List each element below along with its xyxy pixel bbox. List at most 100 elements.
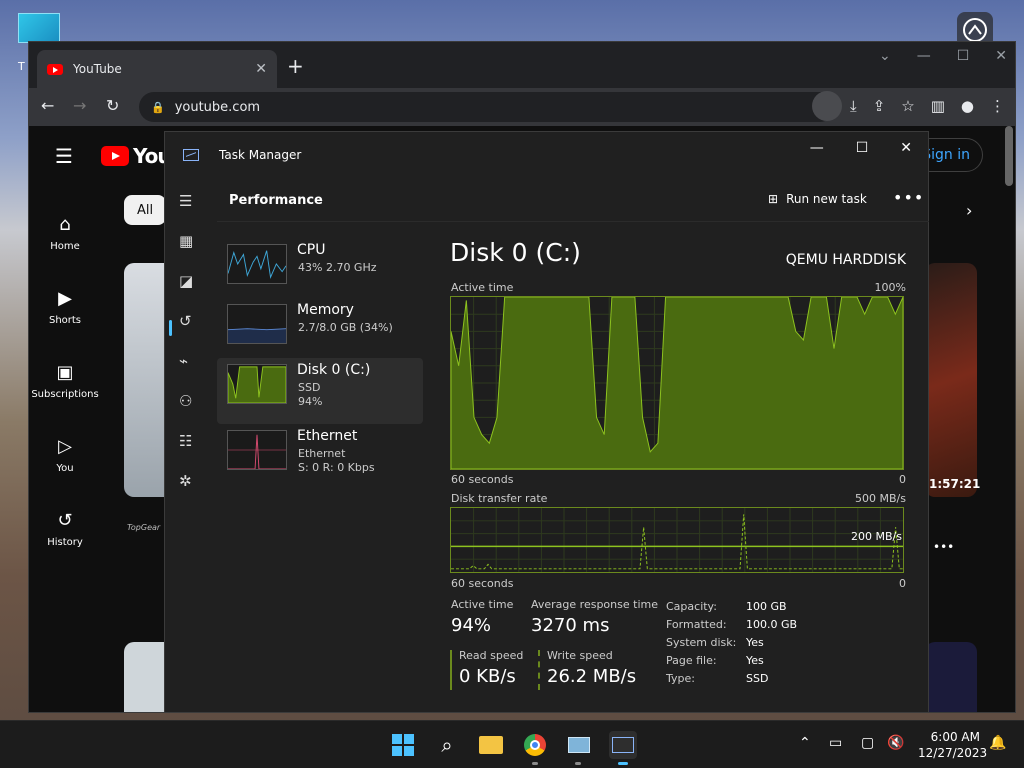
run-new-task-button[interactable]: ⊞ Run new task [768, 192, 867, 206]
transfer-max-label: 500 MB/s [855, 492, 906, 505]
system-clock[interactable]: 6:00 AM 12/27/2023 [918, 729, 987, 761]
app-running-indicator [532, 762, 538, 765]
mini-graph [227, 244, 287, 284]
window-title: Task Manager [219, 148, 302, 162]
more-options-icon[interactable]: ••• [893, 188, 924, 207]
close-icon[interactable]: ✕ [995, 48, 1007, 64]
profile-icon[interactable]: ● [961, 97, 974, 115]
search-icon[interactable]: ⌕ [433, 731, 461, 759]
run-task-icon: ⊞ [768, 192, 779, 206]
task-manager-window: Task Manager — ☐ ✕ ☰ ▦ ◪ ↺ ⌁ ⚇ ☷ ✲ ⚙ Per… [164, 131, 929, 744]
chevron-right-icon[interactable]: › [966, 201, 972, 220]
sidebar-item-you[interactable]: ▷ You [29, 418, 101, 492]
url-text: youtube.com [174, 99, 261, 115]
video-thumbnail[interactable] [925, 642, 977, 712]
forward-arrow-icon[interactable]: → [73, 96, 86, 115]
hamburger-menu-icon[interactable]: ☰ [179, 192, 192, 210]
transfer-rate-label: Disk transfer rate [451, 492, 548, 505]
active-time-graph [450, 296, 904, 470]
file-explorer-icon[interactable] [477, 731, 505, 759]
home-icon: ⌂ [59, 214, 71, 235]
reload-icon[interactable]: ↻ [106, 96, 119, 115]
sidebar-item-shorts[interactable]: ▶ Shorts [29, 270, 101, 344]
desktop-app-icon[interactable] [18, 13, 60, 43]
tab-close-icon[interactable]: ✕ [255, 61, 267, 77]
services-icon[interactable]: ✲ [179, 472, 192, 490]
maximize-icon[interactable]: ☐ [957, 48, 970, 64]
performance-header: Performance ⊞ Run new task ••• [217, 180, 929, 222]
perf-item-memory[interactable]: Memory 2.7/8.0 GB (34%) [217, 298, 423, 364]
side-panel-icon[interactable]: ▥ [931, 97, 945, 115]
notification-bell-icon[interactable]: 🔔 [989, 735, 1006, 751]
network-icon[interactable]: ▭ [829, 735, 842, 751]
stat-read-speed: Read speed 0 KB/s [459, 649, 524, 687]
hamburger-menu-icon[interactable]: ☰ [55, 144, 73, 168]
chrome-icon[interactable] [521, 731, 549, 759]
perf-item-disk[interactable]: Disk 0 (C:) SSD 94% [217, 358, 423, 424]
task-manager-taskbar-icon[interactable] [609, 731, 637, 759]
active-app-indicator [618, 762, 628, 765]
app-running-indicator [575, 762, 581, 765]
perf-item-ethernet[interactable]: Ethernet Ethernet S: 0 R: 0 Kbps [217, 424, 423, 490]
perf-item-cpu[interactable]: CPU 43% 2.70 GHz [217, 238, 423, 304]
close-icon[interactable]: ✕ [900, 140, 912, 156]
sidebar-item-history[interactable]: ↺ History [29, 492, 101, 566]
active-time-max-label: 100% [874, 281, 906, 294]
minimize-icon[interactable]: — [917, 48, 931, 64]
volume-muted-icon[interactable]: 🔇 [887, 735, 904, 751]
video-thumbnail[interactable] [925, 263, 977, 497]
tab-youtube[interactable]: YouTube ✕ [37, 50, 277, 88]
disk-properties: Capacity: 100 GB Formatted: 100.0 GB Syste… [666, 600, 798, 685]
performance-list: CPU 43% 2.70 GHz Memory 2.7/8.0 GB (34%)… [217, 238, 423, 490]
tab-search-icon[interactable]: ⌄ [879, 48, 891, 64]
task-manager-titlebar: Task Manager — ☐ ✕ [165, 132, 928, 178]
menu-kebab-icon[interactable]: ⋮ [990, 97, 1005, 115]
shorts-icon: ▶ [58, 288, 72, 309]
write-speed-bar [538, 650, 540, 690]
mini-graph [227, 364, 287, 404]
startup-apps-icon[interactable]: ⌁ [179, 352, 188, 370]
tab-strip: YouTube ✕ + ⌄ — ☐ ✕ [29, 42, 1015, 88]
transfer-rate-graph [450, 507, 904, 573]
display-icon[interactable]: ▢ [861, 735, 874, 751]
graph-time-label: 60 seconds [451, 577, 514, 590]
start-button[interactable] [389, 731, 417, 759]
processes-icon[interactable]: ▦ [179, 232, 193, 250]
sidebar-item-subscriptions[interactable]: ▣ Subscriptions [29, 344, 101, 418]
youtube-sidebar: ⌂ Home ▶ Shorts ▣ Subscriptions ▷ You ↺ Histo… [29, 196, 101, 566]
share-icon[interactable]: ⇪ [873, 97, 886, 115]
bookmark-star-icon[interactable]: ☆ [901, 97, 914, 115]
install-icon[interactable]: ⤓ [850, 97, 857, 115]
graph-zero-label: 0 [899, 577, 906, 590]
youtube-logo-icon [101, 146, 129, 166]
tab-title: YouTube [73, 62, 122, 76]
new-tab-button[interactable]: + [287, 56, 304, 76]
stat-write-speed: Write speed 26.2 MB/s [547, 649, 637, 687]
video-duration: 1:57:21 [929, 477, 981, 491]
performance-icon[interactable]: ◪ [179, 272, 193, 290]
toolbar-icons: ⤓ ⇪ ☆ ▥ ● ⋮ [850, 97, 1005, 115]
page-scrollbar[interactable] [1005, 126, 1013, 186]
users-icon[interactable]: ⚇ [179, 392, 192, 410]
lock-icon[interactable]: 🔒 [151, 101, 165, 114]
task-manager-app-icon [183, 149, 199, 161]
subscriptions-icon: ▣ [56, 362, 74, 383]
task-manager-nav: ☰ ▦ ◪ ↺ ⌁ ⚇ ☷ ✲ ⚙ [165, 178, 213, 744]
chip-all[interactable]: All [124, 195, 166, 225]
remote-desktop-app-icon[interactable] [565, 731, 593, 759]
chevron-up-icon[interactable]: ⌃ [799, 735, 811, 751]
back-arrow-icon[interactable]: ← [41, 96, 54, 115]
sidebar-item-home[interactable]: ⌂ Home [29, 196, 101, 270]
transfer-mark-label: 200 MB/s [851, 530, 902, 543]
channel-logo: TopGear [127, 523, 161, 532]
minimize-icon[interactable]: — [810, 140, 824, 156]
details-icon[interactable]: ☷ [179, 432, 192, 450]
more-options-icon[interactable]: ••• [933, 540, 954, 554]
address-bar[interactable]: 🔒 youtube.com [139, 92, 835, 122]
install-app-badge [812, 91, 842, 121]
maximize-icon[interactable]: ☐ [856, 140, 869, 156]
page-title: Performance [229, 193, 323, 208]
app-history-icon[interactable]: ↺ [179, 312, 192, 330]
read-speed-bar [450, 650, 452, 690]
disk-title: Disk 0 (C:) [450, 238, 581, 267]
